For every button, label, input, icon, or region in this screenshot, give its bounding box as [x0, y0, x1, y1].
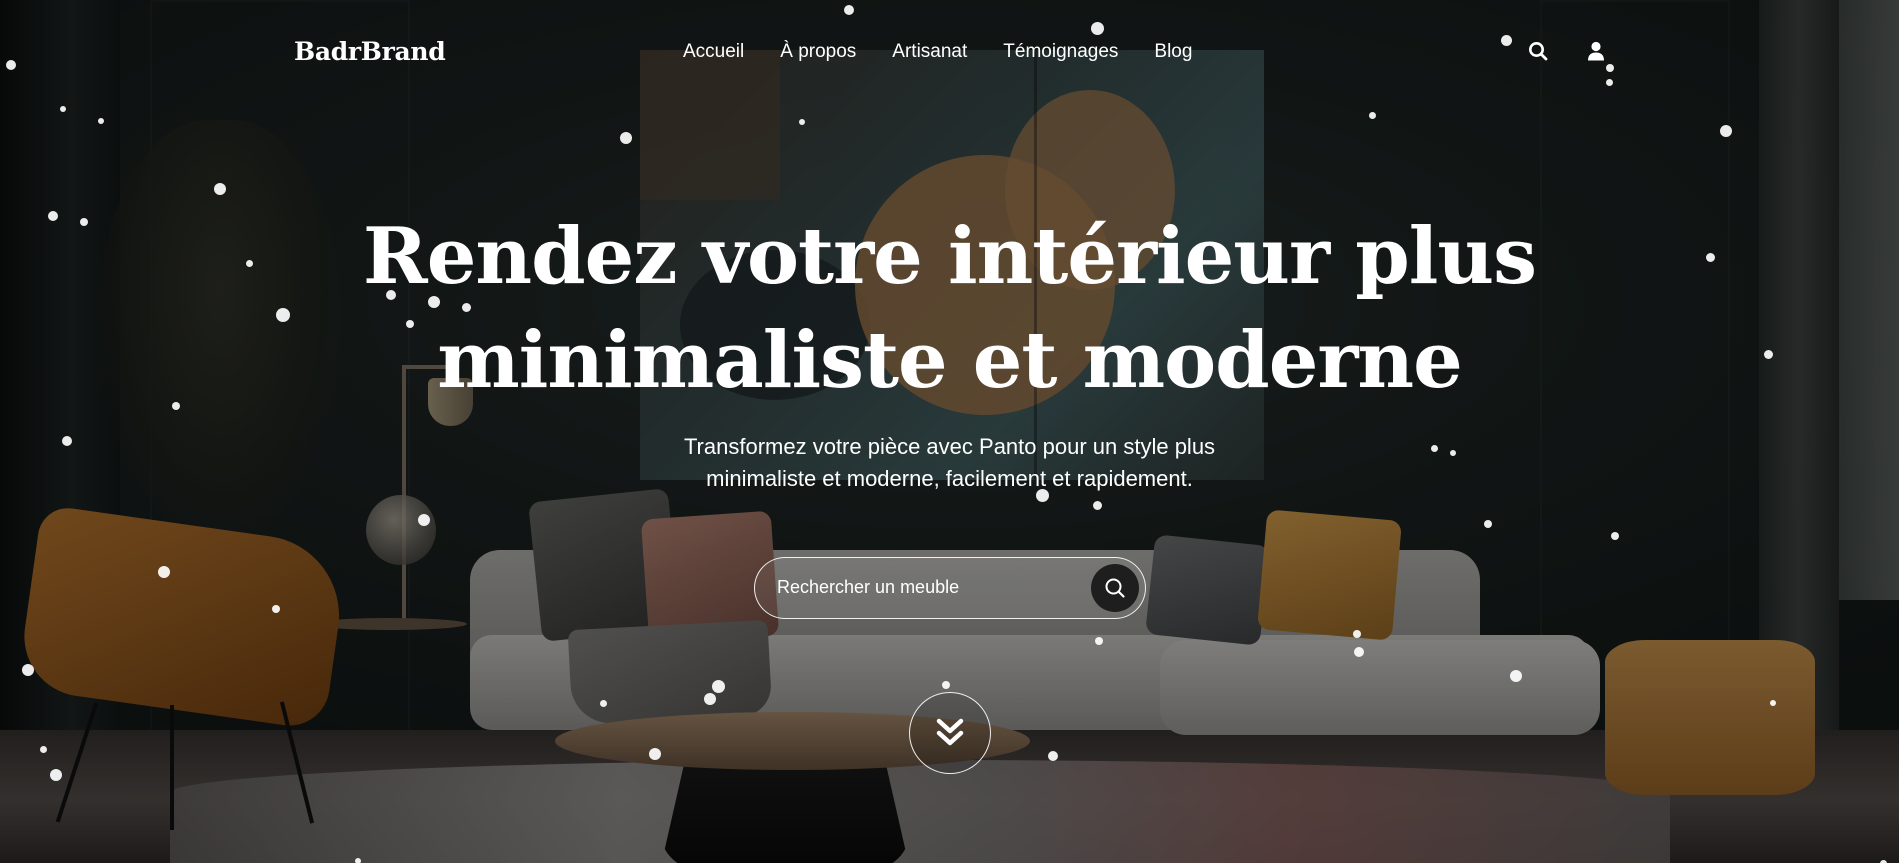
- hero-title: Rendez votre intérieur plus minimaliste …: [0, 205, 1899, 413]
- nav-link-artisanat[interactable]: Artisanat: [892, 41, 967, 63]
- scroll-down-button[interactable]: [909, 692, 991, 774]
- hero-subtitle: Transformez votre pièce avec Panto pour …: [0, 431, 1899, 495]
- hero-section: Rendez votre intérieur plus minimaliste …: [0, 205, 1899, 495]
- furniture-search-button[interactable]: [1091, 564, 1139, 612]
- hero-title-line: Rendez votre intérieur plus: [362, 211, 1537, 302]
- header-search-button[interactable]: [1526, 39, 1550, 63]
- furniture-search-bar: [754, 557, 1146, 619]
- nav-link-temoignages[interactable]: Témoignages: [1003, 41, 1118, 63]
- user-icon: [1588, 41, 1604, 61]
- navbar: BadrBrand Accueil À propos Artisanat Tém…: [0, 0, 1899, 104]
- brand-logo[interactable]: BadrBrand: [294, 37, 446, 66]
- hero-subtitle-line: minimaliste et moderne, facilement et ra…: [706, 466, 1193, 491]
- search-icon: [1105, 578, 1125, 598]
- search-icon: [1529, 42, 1548, 61]
- hero-subtitle-line: Transformez votre pièce avec Panto pour …: [683, 434, 1216, 459]
- main-nav: Accueil À propos Artisanat Témoignages B…: [683, 41, 1192, 63]
- nav-link-blog[interactable]: Blog: [1154, 41, 1192, 63]
- nav-link-a-propos[interactable]: À propos: [780, 41, 856, 63]
- account-button[interactable]: [1584, 39, 1608, 63]
- double-chevron-down-icon: [936, 718, 964, 746]
- furniture-search-input[interactable]: [777, 558, 1077, 617]
- nav-link-accueil[interactable]: Accueil: [683, 41, 744, 63]
- hero-title-line: minimaliste et moderne: [437, 315, 1463, 406]
